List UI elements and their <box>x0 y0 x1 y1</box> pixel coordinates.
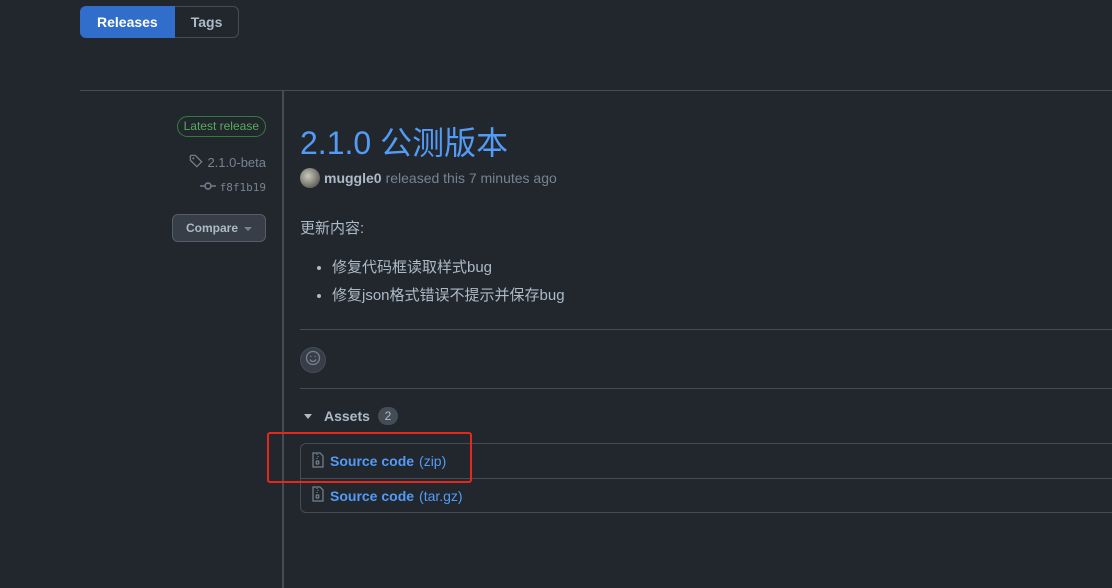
chevron-down-icon <box>244 227 252 231</box>
author-link[interactable]: muggle0 <box>324 170 382 186</box>
asset-name: Source code <box>330 453 415 469</box>
tag-icon <box>189 154 204 171</box>
released-time-text: released this 7 minutes ago <box>385 170 557 186</box>
smiley-icon <box>305 350 321 371</box>
add-reaction-button[interactable] <box>300 347 326 373</box>
divider <box>300 388 1112 389</box>
commit-sha: f8f1b19 <box>219 181 266 194</box>
assets-list: Source code (zip) Source code (tar.gz) <box>300 443 1112 513</box>
tag-name: 2.1.0-beta <box>207 155 266 170</box>
release-commit-link[interactable]: f8f1b19 <box>199 181 266 194</box>
compare-label: Compare <box>185 221 238 235</box>
section-divider <box>80 90 1112 91</box>
release-title[interactable]: 2.1.0 公测版本 <box>300 118 508 164</box>
asset-ext: (tar.gz) <box>419 487 463 504</box>
triangle-down-icon <box>304 413 312 419</box>
assets-label: Assets <box>324 408 370 424</box>
timeline-line <box>282 90 284 588</box>
release-notes-list: 修复代码框读取样式bug 修复json格式错误不提示并保存bug <box>300 254 565 310</box>
assets-toggle[interactable]: Assets 2 <box>300 407 398 425</box>
compare-button[interactable]: Compare <box>172 214 266 242</box>
releases-tags-subnav: Releases Tags <box>80 6 240 38</box>
tab-releases[interactable]: Releases <box>80 6 175 38</box>
list-item: 修复json格式错误不提示并保存bug <box>332 282 565 310</box>
file-zip-icon <box>311 451 325 471</box>
release-tag-link[interactable]: 2.1.0-beta <box>189 154 266 171</box>
divider <box>300 329 1112 330</box>
asset-name: Source code <box>330 487 415 504</box>
release-notes-heading: 更新内容: <box>300 220 365 237</box>
asset-source-targz[interactable]: Source code (tar.gz) <box>301 478 1112 512</box>
asset-ext: (zip) <box>419 453 447 469</box>
tab-tags[interactable]: Tags <box>174 6 240 38</box>
avatar[interactable] <box>300 168 320 188</box>
git-commit-icon <box>199 181 216 194</box>
file-zip-icon <box>311 486 325 505</box>
asset-source-zip[interactable]: Source code (zip) <box>301 444 1112 478</box>
assets-count-badge: 2 <box>377 407 398 425</box>
latest-release-badge: Latest release <box>176 116 266 137</box>
release-author-line: muggle0 released this 7 minutes ago <box>300 168 557 188</box>
list-item: 修复代码框读取样式bug <box>332 254 565 282</box>
